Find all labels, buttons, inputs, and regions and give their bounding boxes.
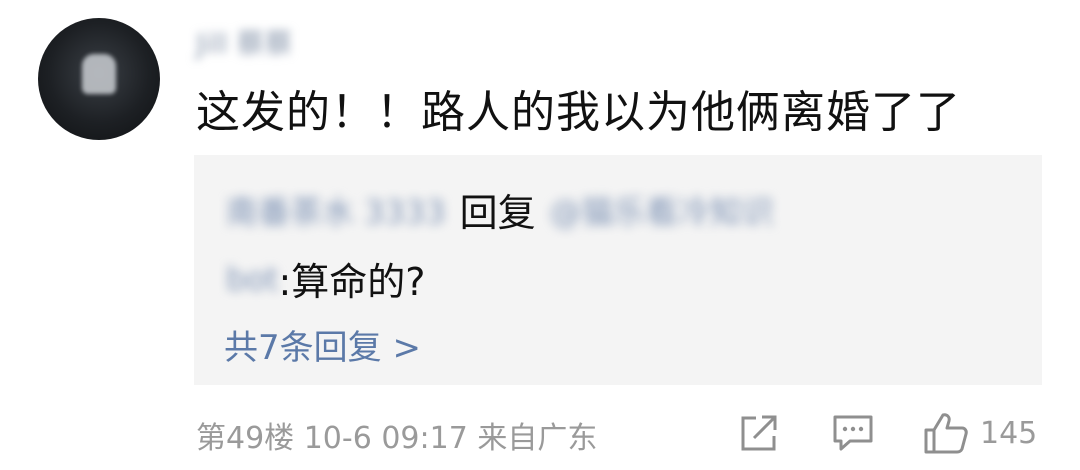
comment-meta: 第49楼 10-6 09:17 来自广东 bbox=[196, 421, 598, 456]
reply-content: :算命的? bbox=[278, 260, 426, 304]
reply-header: 南番茶水 3333 回复 @猫乐看冷知识 bbox=[226, 182, 774, 237]
username[interactable]: Jill 蔡蔡 bbox=[196, 24, 293, 60]
replier-name[interactable]: 南番茶水 3333 bbox=[226, 187, 446, 233]
view-more-replies-link[interactable]: 共7条回复 > bbox=[224, 320, 421, 369]
username-text: Jill 蔡蔡 bbox=[196, 27, 293, 60]
avatar-figure bbox=[82, 54, 116, 94]
share-icon-graphic bbox=[741, 415, 777, 451]
reply-content-line: bot :算命的? bbox=[226, 251, 425, 306]
thumbs-up-icon bbox=[924, 413, 968, 454]
reply-verb: 回复 bbox=[459, 191, 536, 235]
reply-box[interactable]: 南番茶水 3333 回复 @猫乐看冷知识 bot :算命的? 共7条回复 > bbox=[194, 155, 1042, 385]
share-icon[interactable] bbox=[738, 410, 780, 456]
comment-icon-graphic bbox=[833, 415, 873, 451]
like-button[interactable]: 145 bbox=[922, 410, 1052, 456]
like-count: 145 bbox=[980, 415, 1038, 451]
avatar[interactable] bbox=[38, 18, 160, 140]
comment-text: 这发的！！路人的我以为他俩离婚了了 bbox=[196, 87, 961, 138]
mention-name-continued[interactable]: bot bbox=[226, 260, 278, 298]
mention-name[interactable]: @猫乐看冷知识 bbox=[550, 187, 774, 233]
comment-icon[interactable] bbox=[830, 410, 876, 456]
